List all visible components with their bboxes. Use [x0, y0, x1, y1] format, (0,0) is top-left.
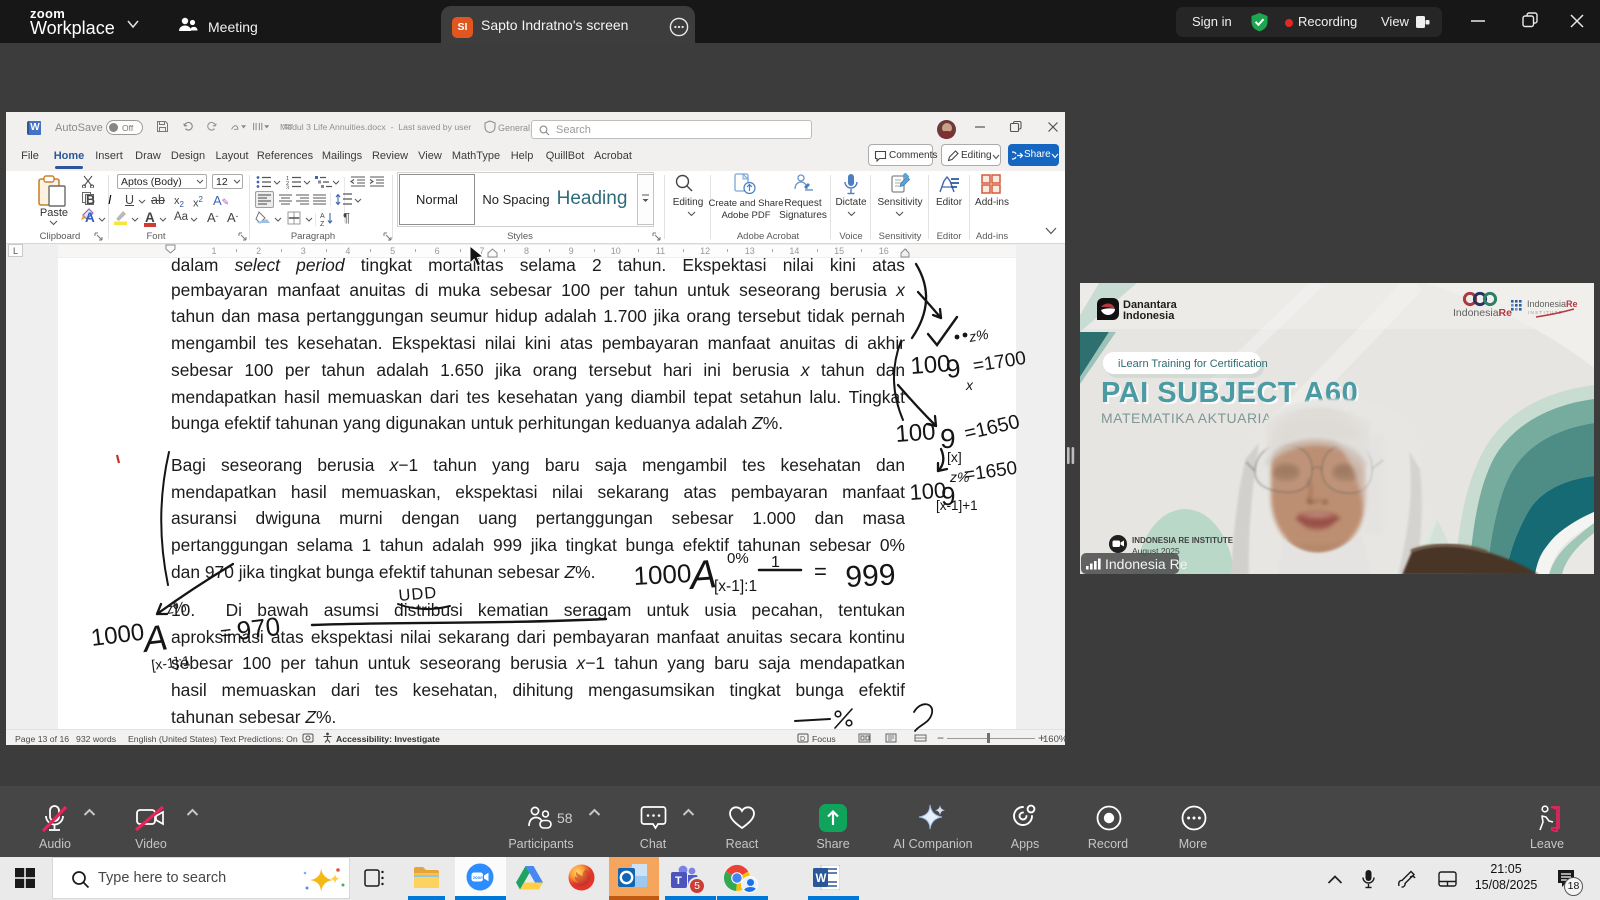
svg-text:1000: 1000	[633, 558, 692, 591]
svg-text:T: T	[675, 875, 682, 887]
svg-text:A: A	[139, 616, 170, 660]
svg-text:[x]: [x]	[947, 449, 962, 465]
svg-text:Indonesia: Indonesia	[1123, 310, 1175, 322]
svg-text:IndonesiaRe: IndonesiaRe	[1527, 299, 1578, 309]
svg-text:[x-1]:1: [x-1]:1	[150, 652, 191, 673]
svg-text:=1650: =1650	[963, 458, 1019, 486]
svg-text:100: 100	[895, 418, 937, 448]
svg-text:z%: z%	[967, 326, 990, 345]
svg-text:=: =	[219, 622, 233, 645]
svg-text:zoom: zoom	[473, 875, 484, 880]
svg-text:970: 970	[235, 611, 282, 646]
svg-text:W: W	[816, 873, 827, 885]
svg-text:INDONESIA RE INSTITUTE: INDONESIA RE INSTITUTE	[1132, 536, 1234, 545]
svg-text:=: =	[814, 559, 827, 584]
svg-text:x: x	[965, 377, 974, 393]
svg-text:0%: 0%	[727, 550, 749, 567]
svg-text:[x-1]+1: [x-1]+1	[936, 498, 978, 513]
svg-text:=1700: =1700	[971, 348, 1027, 377]
svg-text:9: 9	[944, 353, 962, 384]
svg-text:=1650: =1650	[962, 411, 1022, 445]
svg-text:1000: 1000	[89, 619, 145, 652]
svg-text:z%: z%	[165, 599, 187, 618]
svg-text:1: 1	[771, 554, 780, 571]
svg-text:IndonesiaRe: IndonesiaRe	[1453, 307, 1512, 319]
svg-text:Indonesia Re: Indonesia Re	[1105, 556, 1188, 572]
svg-text:[x-1]:1: [x-1]:1	[714, 578, 757, 595]
svg-text:999: 999	[845, 558, 897, 594]
svg-text:MATEMATIKA AKTUARIA: MATEMATIKA AKTUARIA	[1101, 410, 1272, 426]
svg-text:iLearn Training for Certificat: iLearn Training for Certification	[1118, 358, 1268, 370]
svg-text:UDD: UDD	[398, 584, 438, 605]
